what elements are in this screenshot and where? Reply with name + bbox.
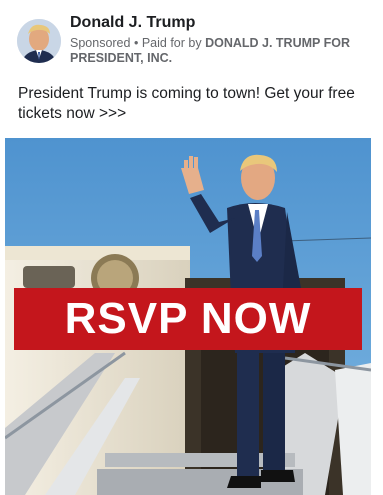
sponsored-label: Sponsored (70, 36, 131, 50)
post-image[interactable]: RSVP NOW (5, 138, 371, 495)
sponsored-post-card: Donald J. Trump Sponsored • Paid for by … (0, 0, 383, 495)
post-text: President Trump is coming to town! Get y… (18, 85, 355, 122)
avatar[interactable] (17, 19, 61, 63)
rsvp-now-banner[interactable]: RSVP NOW (14, 288, 362, 350)
sponsored-disclaimer: Sponsored • Paid for by DONALD J. TRUMP … (70, 36, 350, 66)
paid-for-prefix: Paid for by (141, 36, 202, 50)
separator-dot: • (133, 36, 139, 50)
avatar-photo (17, 19, 61, 63)
page-name[interactable]: Donald J. Trump (70, 14, 195, 32)
post-header: Donald J. Trump Sponsored • Paid for by … (14, 12, 374, 74)
